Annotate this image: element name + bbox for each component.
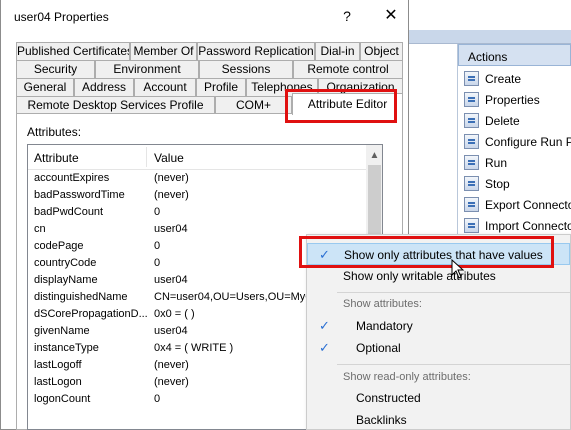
delete-icon bbox=[464, 113, 479, 128]
tab-profile[interactable]: Profile bbox=[196, 78, 246, 96]
close-button[interactable]: ✕ bbox=[380, 6, 402, 26]
checkmark-icon: ✓ bbox=[319, 340, 330, 355]
menu-separator bbox=[337, 292, 570, 293]
menu-item-optional[interactable]: ✓ Optional bbox=[307, 337, 570, 359]
tab-remote-control[interactable]: Remote control bbox=[293, 60, 403, 78]
action-properties[interactable]: Properties bbox=[464, 89, 540, 110]
list-header: Attribute Value bbox=[28, 145, 366, 170]
table-row[interactable]: badPwdCount 0 bbox=[28, 204, 366, 221]
menu-header-show-attributes: Show attributes: bbox=[343, 298, 422, 310]
highlight-show-only-values-item bbox=[299, 236, 554, 268]
action-import-connector[interactable]: Import Connecto bbox=[464, 215, 571, 236]
scroll-up-arrow-icon[interactable]: ▲ bbox=[366, 147, 382, 164]
highlight-attribute-editor-tab bbox=[285, 89, 397, 123]
menu-item-mandatory[interactable]: ✓ Mandatory bbox=[307, 315, 570, 337]
tab-general[interactable]: General bbox=[16, 78, 74, 96]
action-configure-run[interactable]: Configure Run P bbox=[464, 131, 571, 152]
actions-pane: Actions Create Properties Delete Configu… bbox=[457, 44, 571, 244]
menu-header-read-only: Show read-only attributes: bbox=[343, 371, 471, 383]
checkmark-icon: ✓ bbox=[319, 318, 330, 333]
tab-object[interactable]: Object bbox=[360, 42, 403, 60]
action-create[interactable]: Create bbox=[464, 68, 521, 89]
action-delete[interactable]: Delete bbox=[464, 110, 520, 131]
tab-remote-desktop-services-profile[interactable]: Remote Desktop Services Profile bbox=[16, 96, 215, 114]
dialog-title-bar: user04 Properties ? ✕ bbox=[1, 0, 408, 32]
action-run[interactable]: Run bbox=[464, 152, 507, 173]
tab-published-certificates[interactable]: Published Certificates bbox=[16, 42, 130, 60]
table-row[interactable]: accountExpires (never) bbox=[28, 170, 366, 187]
create-icon bbox=[464, 71, 479, 86]
tab-environment[interactable]: Environment bbox=[95, 60, 199, 78]
actions-header: Actions bbox=[458, 44, 571, 66]
tab-dial-in[interactable]: Dial-in bbox=[315, 42, 360, 60]
help-button[interactable]: ? bbox=[337, 6, 357, 26]
column-divider[interactable] bbox=[146, 147, 147, 167]
tab-account[interactable]: Account bbox=[134, 78, 196, 96]
menu-separator bbox=[337, 364, 570, 365]
column-header-value[interactable]: Value bbox=[154, 151, 184, 165]
action-stop[interactable]: Stop bbox=[464, 173, 510, 194]
properties-icon bbox=[464, 92, 479, 107]
tab-security[interactable]: Security bbox=[16, 60, 95, 78]
action-export-connector[interactable]: Export Connecto bbox=[464, 194, 571, 215]
background-window-toolbar bbox=[396, 30, 571, 44]
dialog-title: user04 Properties bbox=[14, 10, 109, 24]
tab-address[interactable]: Address bbox=[74, 78, 134, 96]
menu-item-backlinks[interactable]: Backlinks bbox=[307, 409, 570, 430]
column-header-attribute[interactable]: Attribute bbox=[34, 151, 79, 165]
stop-icon bbox=[464, 176, 479, 191]
attributes-label: Attributes: bbox=[27, 125, 82, 139]
import-icon bbox=[464, 218, 479, 233]
tab-password-replication[interactable]: Password Replication bbox=[197, 42, 315, 60]
menu-item-constructed[interactable]: Constructed bbox=[307, 387, 570, 409]
configure-icon bbox=[464, 134, 479, 149]
tab-com-plus[interactable]: COM+ bbox=[215, 96, 292, 114]
tab-member-of[interactable]: Member Of bbox=[130, 42, 197, 60]
table-row[interactable]: badPasswordTime (never) bbox=[28, 187, 366, 204]
export-icon bbox=[464, 197, 479, 212]
menu-item-show-only-writable[interactable]: Show only writable attributes bbox=[307, 265, 570, 287]
tab-sessions[interactable]: Sessions bbox=[199, 60, 293, 78]
run-icon bbox=[464, 155, 479, 170]
